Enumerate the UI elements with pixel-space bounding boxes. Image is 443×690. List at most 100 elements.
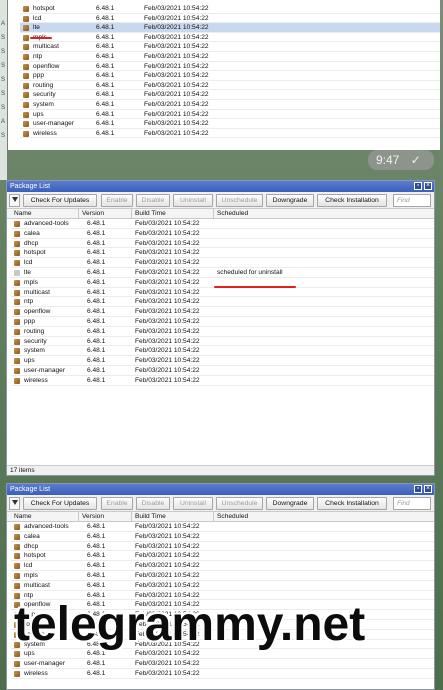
table-row[interactable]: hotspot 6.48.1 Feb/03/2021 10:54:22	[11, 248, 434, 259]
close-icon[interactable]: ×	[424, 182, 432, 190]
table-row[interactable]: ntp 6.48.1 Feb/03/2021 10:54:22	[20, 52, 440, 62]
package-name: lcd	[24, 562, 33, 570]
package-name: user-manager	[24, 660, 66, 668]
table-row[interactable]: multicast 6.48.1 Feb/03/2021 10:54:22	[11, 288, 434, 298]
package-name: advanced-tools	[24, 220, 69, 227]
package-build-time: Feb/03/2021 10:54:22	[135, 660, 200, 668]
maximize-icon[interactable]: ▫	[414, 485, 422, 493]
close-icon[interactable]: ×	[424, 485, 432, 493]
table-row[interactable]: mpls6.48.1Feb/03/2021 10:54:22	[11, 571, 434, 581]
column-header-name[interactable]: Name	[11, 512, 79, 522]
package-build-time: Feb/03/2021 10:54:22	[135, 288, 200, 296]
package-build-time: Feb/03/2021 10:54:22	[135, 572, 200, 579]
table-row[interactable]: system 6.48.1 Feb/03/2021 10:54:22	[20, 100, 440, 110]
package-icon	[23, 73, 29, 80]
package-name: lte	[24, 269, 31, 276]
column-header-version[interactable]: Version	[79, 209, 132, 219]
table-row[interactable]: advanced-tools 6.48.1 Feb/03/2021 10:54:22	[11, 522, 434, 532]
table-row[interactable]: user-manager 6.48.1 Feb/03/2021 10:54:22	[20, 119, 440, 129]
uninstall-button[interactable]: Uninstall	[173, 497, 213, 510]
downgrade-button[interactable]: Downgrade	[266, 497, 314, 510]
check-installation-button[interactable]: Check Installation	[317, 497, 387, 510]
find-input[interactable]: Find	[393, 497, 431, 510]
package-icon	[14, 240, 20, 247]
check-for-updates-button[interactable]: Check For Updates	[23, 497, 97, 510]
table-row[interactable]: wireless 6.48.1 Feb/03/2021 10:54:22	[11, 376, 434, 386]
enable-button[interactable]: Enable	[101, 497, 133, 510]
disable-button[interactable]: Disable	[136, 497, 170, 510]
package-build-time: Feb/03/2021 10:54:22	[135, 523, 200, 530]
package-name: lcd	[33, 14, 42, 22]
table-row[interactable]: advanced-tools 6.48.1 Feb/03/2021 10:54:22	[11, 219, 434, 229]
window-titlebar[interactable]: Package List ▫ ×	[7, 484, 434, 495]
unschedule-button[interactable]: Unschedule	[216, 497, 263, 510]
disable-button[interactable]: Disable	[136, 194, 170, 207]
table-row[interactable]: ups 6.48.1 Feb/03/2021 10:54:22	[20, 110, 440, 120]
table-row[interactable]: system 6.48.1 Feb/03/2021 10:54:22	[11, 346, 434, 357]
column-header-scheduled[interactable]: Scheduled	[214, 512, 434, 522]
unschedule-button[interactable]: Unschedule	[216, 194, 263, 207]
table-row[interactable]: multicast 6.48.1 Feb/03/2021 10:54:22	[20, 42, 440, 52]
column-header-name[interactable]: Name	[11, 209, 79, 219]
column-header-build-time[interactable]: Build Time	[132, 209, 214, 219]
table-row[interactable]: security 6.48.1 Feb/03/2021 10:54:22	[20, 90, 440, 100]
package-build-time: Feb/03/2021 10:54:22	[135, 376, 200, 384]
maximize-icon[interactable]: ▫	[414, 182, 422, 190]
table-row[interactable]: ppp 6.48.1 Feb/03/2021 10:54:22	[11, 317, 434, 327]
message-time-bubble: 9:47 ✓	[368, 150, 434, 170]
table-row[interactable]: lcd 6.48.1 Feb/03/2021 10:54:22	[11, 258, 434, 268]
table-row[interactable]: calea 6.48.1 Feb/03/2021 10:54:22	[11, 532, 434, 542]
table-row[interactable]: ppp 6.48.1 Feb/03/2021 10:54:22	[20, 71, 440, 81]
package-build-time: Feb/03/2021 10:54:22	[135, 298, 200, 306]
table-row[interactable]: dhcp 6.48.1 Feb/03/2021 10:54:22	[11, 239, 434, 249]
table-row[interactable]: hotspot 6.48.1 Feb/03/2021 10:54:22	[20, 4, 440, 14]
strip-letter: S	[1, 49, 6, 55]
toolbar: Check For Updates Enable Disable Uninsta…	[7, 495, 434, 512]
filter-icon[interactable]	[9, 194, 20, 207]
package-icon	[23, 82, 29, 89]
column-header-version[interactable]: Version	[79, 512, 132, 522]
table-row[interactable]: ntp 6.48.1 Feb/03/2021 10:54:22	[11, 297, 434, 308]
package-icon	[14, 260, 20, 267]
package-build-time: Feb/03/2021 10:54:22	[135, 357, 200, 365]
check-installation-button[interactable]: Check Installation	[317, 194, 387, 207]
package-version: 6.48.1	[87, 327, 106, 335]
package-icon	[23, 34, 29, 41]
table-row[interactable]: lte 6.48.1 Feb/03/2021 10:54:22 scheduled f…	[11, 268, 434, 278]
table-row[interactable]: lte 6.48.1 Feb/03/2021 10:54:22	[20, 23, 440, 33]
table-row[interactable]: user-manager 6.48.1 Feb/03/2021 10:54:22	[11, 659, 434, 669]
downgrade-button[interactable]: Downgrade	[266, 194, 314, 207]
table-row[interactable]: routing 6.48.1 Feb/03/2021 10:54:22	[11, 327, 434, 337]
package-version: 6.48.1	[96, 33, 115, 41]
column-header-build-time[interactable]: Build Time	[132, 512, 214, 522]
enable-button[interactable]: Enable	[101, 194, 133, 207]
table-row[interactable]: dhcp 6.48.1 Feb/03/2021 10:54:22	[11, 542, 434, 552]
table-row[interactable]: calea 6.48.1 Feb/03/2021 10:54:22	[11, 229, 434, 239]
table-row[interactable]: wireless 6.48.1 Feb/03/2021 10:54:22	[20, 129, 440, 139]
check-for-updates-button[interactable]: Check For Updates	[23, 194, 97, 207]
table-row[interactable]: lcd 6.48.1 Feb/03/2021 10:54:22	[20, 14, 440, 24]
table-row[interactable]: mpls6.48.1Feb/03/2021 10:54:22	[20, 33, 440, 43]
table-row[interactable]: openflow 6.48.1 Feb/03/2021 10:54:22	[11, 307, 434, 317]
package-build-time: Feb/03/2021 10:54:22	[135, 278, 200, 286]
package-version: 6.48.1	[96, 101, 115, 108]
package-version: 6.48.1	[96, 14, 115, 22]
table-row[interactable]: ups 6.48.1 Feb/03/2021 10:54:22	[11, 356, 434, 366]
table-row[interactable]: security 6.48.1 Feb/03/2021 10:54:22	[11, 337, 434, 347]
table-row[interactable]: routing 6.48.1 Feb/03/2021 10:54:22	[20, 81, 440, 91]
table-row[interactable]: openflow 6.48.1 Feb/03/2021 10:54:22	[20, 62, 440, 72]
package-version: 6.48.1	[87, 259, 106, 267]
package-version: 6.48.1	[87, 552, 106, 560]
strip-letter: A	[1, 119, 6, 125]
package-icon	[23, 25, 29, 32]
window-titlebar[interactable]: Package List ▫ ×	[7, 181, 434, 192]
package-version: 6.48.1	[87, 670, 106, 677]
filter-icon[interactable]	[9, 497, 20, 510]
table-row[interactable]: wireless 6.48.1 Feb/03/2021 10:54:22	[11, 669, 434, 679]
table-row[interactable]: user-manager 6.48.1 Feb/03/2021 10:54:22	[11, 366, 434, 376]
uninstall-button[interactable]: Uninstall	[173, 194, 213, 207]
table-row[interactable]: hotspot 6.48.1 Feb/03/2021 10:54:22	[11, 551, 434, 562]
table-row[interactable]: lcd 6.48.1 Feb/03/2021 10:54:22	[11, 561, 434, 571]
find-input[interactable]: Find	[393, 194, 431, 207]
column-header-scheduled[interactable]: Scheduled	[214, 209, 434, 219]
